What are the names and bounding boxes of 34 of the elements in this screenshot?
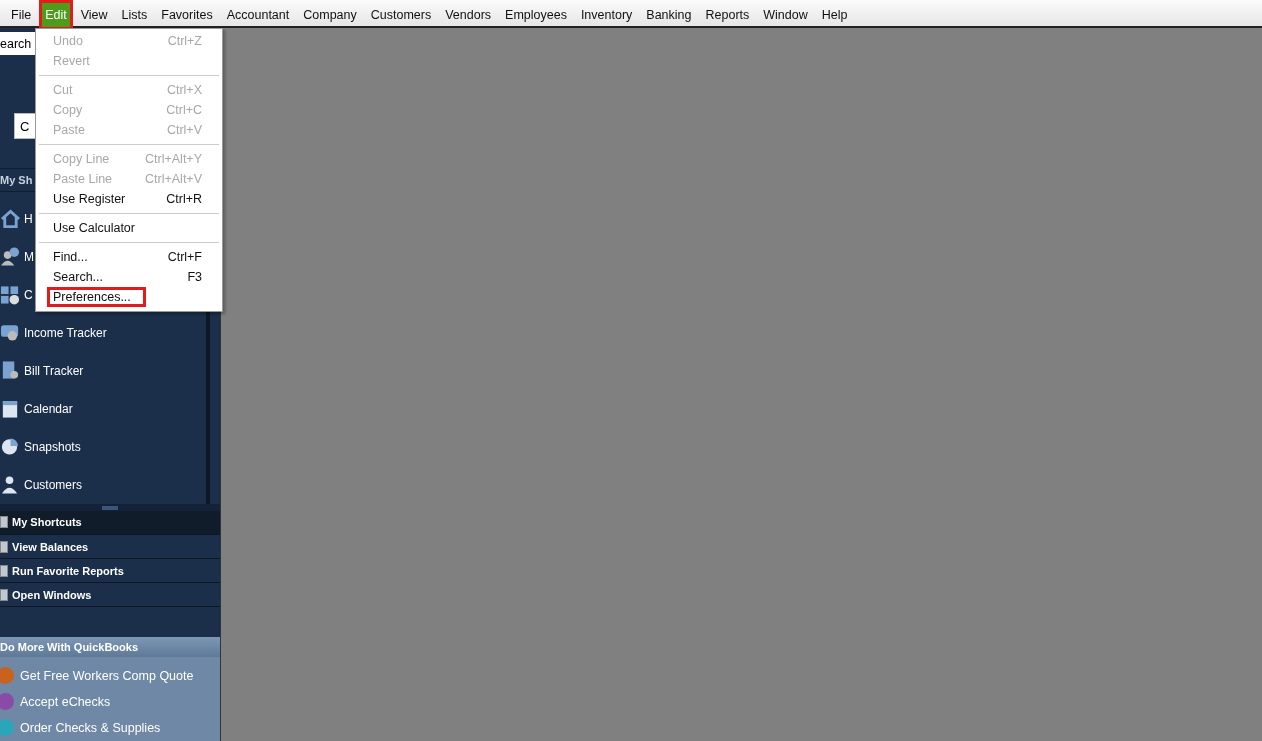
item-label: Preferences... [47, 287, 146, 307]
shortcut-text: Ctrl+R [166, 192, 202, 206]
nav-label: Snapshots [24, 439, 81, 454]
item-label: Undo [52, 33, 84, 50]
shortcut-text: F3 [187, 270, 202, 284]
tab-label: My Shortcuts [12, 516, 82, 529]
item-label: Search... [52, 269, 105, 286]
item-label: Cut [52, 82, 74, 99]
shortcut-text: Ctrl+Z [167, 34, 202, 48]
item-label: Use Calculator [52, 220, 136, 237]
shortcut-text: Ctrl+F [167, 250, 202, 264]
item-label: Revert [52, 53, 91, 70]
tab-label: Run Favorite Reports [12, 564, 124, 577]
shortcut-text: Ctrl+Alt+V [145, 172, 202, 186]
nav-label: Calendar [24, 401, 73, 416]
nav-label: Income Tracker [24, 325, 107, 340]
shortcut-text: Ctrl+V [166, 123, 202, 137]
nav-label: Bill Tracker [24, 363, 84, 378]
shortcut-text: Ctrl+Alt+Y [145, 152, 202, 166]
tab-label: View Balances [12, 540, 89, 553]
promo-title: Do More With QuickBooks [0, 637, 220, 657]
nav-label: H [24, 211, 33, 226]
nav-label: M [24, 249, 34, 264]
shortcut-text: Ctrl+X [166, 83, 202, 97]
item-label: Copy Line [52, 151, 111, 168]
tab-label: Open Windows [12, 588, 92, 601]
item-label: Find... [52, 249, 89, 266]
shortcut-text: Ctrl+C [166, 103, 202, 117]
item-label: Paste [52, 122, 86, 139]
item-label: Paste Line [52, 171, 114, 188]
nav-label: Customers [24, 477, 82, 492]
item-label: Copy [52, 102, 84, 119]
item-label: Use Register [52, 191, 127, 208]
nav-label: C [24, 287, 33, 302]
